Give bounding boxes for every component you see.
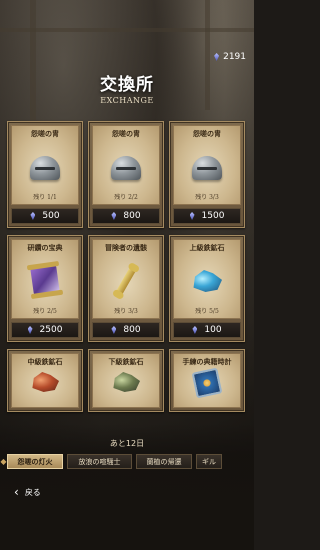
crystal-currency-icon (189, 212, 195, 220)
item-name: 上級鉄鉱石 (189, 243, 225, 252)
price-bar: 1500 (173, 208, 241, 224)
item-name: 怨嗟の冑 (31, 129, 59, 138)
exchange-item-card[interactable]: 研鑽の宝典 残り 2/5 2500 (7, 235, 83, 342)
tab-label: 怨嗟の灯火 (17, 456, 53, 466)
crystal-currency-icon (111, 212, 117, 220)
item-panel: 手練の典籍時計 (173, 353, 241, 408)
exchange-item-card[interactable]: 怨嗟の冑 残り 3/3 1500 (169, 121, 245, 228)
currency-amount: 2191 (223, 52, 246, 62)
blue-ore-icon (193, 270, 222, 292)
item-panel: 研鑽の宝典 残り 2/5 (11, 239, 79, 319)
exchange-item-grid: 怨嗟の冑 残り 1/1 500 怨嗟の冑 残り 2/2 800 怨嗟の冑 残り … (7, 121, 245, 412)
item-panel: 怨嗟の冑 残り 3/3 (173, 125, 241, 205)
item-price: 800 (123, 325, 141, 335)
item-name: 冒険者の遺骸 (105, 243, 147, 252)
crystal-currency-icon (111, 326, 117, 334)
exchange-item-card[interactable]: 上級鉄鉱石 残り 5/5 100 (169, 235, 245, 342)
item-stock: 残り 2/5 (33, 308, 57, 315)
iron-helmet-icon (111, 156, 141, 180)
item-price: 2500 (39, 325, 63, 335)
price-bar: 500 (11, 208, 79, 224)
page-title-block: 交換所 EXCHANGE (0, 70, 254, 105)
item-stock: 残り 2/2 (114, 194, 138, 201)
back-arrow-icon: ‹ (14, 485, 19, 499)
exchange-item-card[interactable]: 下級鉄鉱石 (88, 349, 164, 412)
golden-bone-icon (114, 264, 138, 298)
tab-exchange-4[interactable]: ギル (196, 454, 222, 469)
exchange-item-card[interactable]: 手練の典籍時計 (169, 349, 245, 412)
exchange-tab-bar: ◆ 怨嗟の灯火 放浪の喧騒士 蘭植の帰還 ギル (0, 453, 254, 470)
exchange-item-card[interactable]: 冒険者の遺骸 残り 3/3 800 (88, 235, 164, 342)
exchange-item-card[interactable]: 中級鉄鉱石 (7, 349, 83, 412)
tab-scroll-left-icon[interactable]: ◆ (0, 457, 7, 466)
item-name: 手練の典籍時計 (182, 357, 232, 366)
item-price: 100 (204, 325, 222, 335)
tab-label: 蘭植の帰還 (146, 457, 182, 466)
item-panel: 中級鉄鉱石 (11, 353, 79, 408)
item-panel: 冒険者の遺骸 残り 3/3 (92, 239, 160, 319)
item-name: 研鑽の宝典 (27, 243, 63, 252)
remaining-days: あと12日 (109, 439, 145, 448)
item-name: 下級鉄鉱石 (108, 357, 144, 366)
crystal-currency-icon (192, 326, 198, 334)
item-name: 中級鉄鉱石 (27, 357, 63, 366)
crystal-currency-icon (30, 212, 36, 220)
tab-label: ギル (202, 457, 216, 466)
price-bar: 800 (92, 322, 160, 338)
item-panel: 怨嗟の冑 残り 2/2 (92, 125, 160, 205)
item-name: 怨嗟の冑 (112, 129, 140, 138)
item-price: 800 (123, 211, 141, 221)
item-stock: 残り 3/3 (195, 194, 219, 201)
red-ore-icon (32, 372, 59, 392)
price-bar: 2500 (11, 322, 79, 338)
item-price: 1500 (201, 211, 225, 221)
exchange-item-card[interactable]: 怨嗟の冑 残り 2/2 800 (88, 121, 164, 228)
crystal-currency-icon (27, 326, 33, 334)
back-label: 戻る (24, 487, 41, 497)
item-panel: 下級鉄鉱石 (92, 353, 160, 408)
item-stock: 残り 3/3 (114, 308, 138, 315)
blue-tome-icon (191, 367, 223, 399)
item-name: 怨嗟の冑 (193, 129, 221, 138)
price-bar: 100 (173, 322, 241, 338)
iron-helmet-icon (192, 156, 222, 180)
iron-helmet-icon (30, 156, 60, 180)
item-panel: 上級鉄鉱石 残り 5/5 (173, 239, 241, 319)
back-button[interactable]: ‹ 戻る (14, 486, 41, 498)
background-beam (0, 28, 254, 32)
tab-label: 放浪の喧騒士 (78, 457, 121, 466)
tab-exchange-2[interactable]: 放浪の喧騒士 (67, 454, 132, 469)
item-stock: 残り 1/1 (33, 194, 57, 201)
item-panel: 怨嗟の冑 残り 1/1 (11, 125, 79, 205)
price-bar: 800 (92, 208, 160, 224)
page-subtitle: EXCHANGE (100, 96, 154, 105)
tab-exchange-3[interactable]: 蘭植の帰還 (136, 454, 192, 469)
item-price: 500 (42, 211, 60, 221)
item-stock: 残り 5/5 (195, 308, 219, 315)
crystal-currency-icon (214, 53, 220, 61)
currency-display: 2191 (214, 52, 246, 62)
green-ore-icon (113, 372, 140, 392)
purple-scroll-icon (30, 264, 60, 296)
tab-exchange-1[interactable]: 怨嗟の灯火 (7, 454, 63, 469)
exchange-item-card[interactable]: 怨嗟の冑 残り 1/1 500 (7, 121, 83, 228)
page-title: 交換所 (100, 75, 154, 95)
